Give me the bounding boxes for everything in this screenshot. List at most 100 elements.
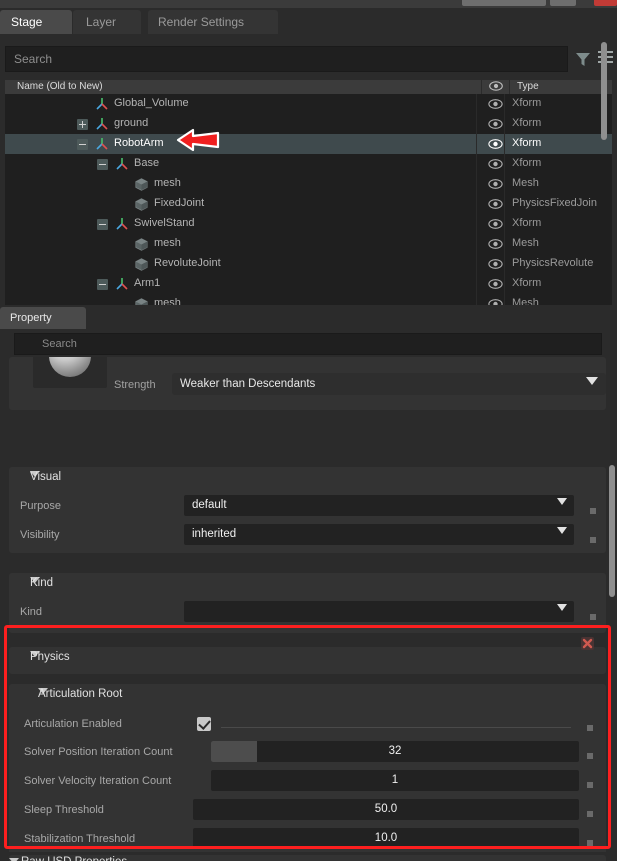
stage-tree[interactable]: Global_Volume Xform ground Xform RobotArm Xfo… bbox=[5, 94, 612, 305]
visibility-eye-icon[interactable] bbox=[488, 158, 503, 170]
xform-axis-icon bbox=[95, 137, 109, 151]
tree-row-type: Mesh bbox=[512, 297, 539, 305]
property-search-row bbox=[14, 333, 602, 355]
tree-row-label: RobotArm bbox=[114, 137, 164, 149]
section-articulation-root: Articulation Root Articulation Enabled S… bbox=[9, 684, 606, 861]
section-articulation-root-title: Articulation Root bbox=[38, 688, 123, 700]
tree-row-robotarm[interactable]: RobotArm Xform bbox=[5, 134, 612, 154]
visibility-eye-icon[interactable] bbox=[488, 218, 503, 230]
tree-expander[interactable] bbox=[97, 159, 108, 170]
stabilization-threshold-override-indicator[interactable] bbox=[587, 840, 593, 846]
tree-row-type: Xform bbox=[512, 277, 542, 289]
visibility-eye-icon[interactable] bbox=[488, 278, 503, 290]
sleep-threshold-slider[interactable]: 50.0 bbox=[193, 799, 579, 820]
tree-expander[interactable] bbox=[97, 279, 108, 290]
row-articulation-enabled: Articulation Enabled bbox=[9, 713, 606, 738]
visibility-eye-icon[interactable] bbox=[488, 138, 503, 150]
toolbar-button-1[interactable] bbox=[462, 0, 546, 6]
strength-dropdown[interactable]: Weaker than Descendants bbox=[172, 373, 606, 397]
articulation-enabled-override-indicator[interactable] bbox=[587, 725, 593, 731]
tree-row-label: mesh bbox=[154, 177, 181, 189]
tab-render-settings[interactable]: Render Settings bbox=[148, 10, 278, 34]
kind-dropdown[interactable] bbox=[184, 601, 574, 623]
visibility-eye-icon[interactable] bbox=[488, 178, 503, 190]
property-search-input[interactable] bbox=[14, 333, 602, 355]
row-divider bbox=[221, 727, 571, 728]
section-kind-title: Kind bbox=[30, 577, 54, 589]
solver-position-override-indicator[interactable] bbox=[587, 753, 593, 759]
column-divider bbox=[476, 154, 477, 174]
tab-property[interactable]: Property bbox=[0, 307, 86, 329]
solver-position-iteration-count-slider[interactable]: 32 bbox=[211, 741, 579, 762]
articulation-enabled-checkbox[interactable] bbox=[197, 717, 211, 731]
tree-row-base[interactable]: Base Xform bbox=[5, 154, 612, 174]
xform-axis-icon bbox=[115, 217, 129, 231]
tree-expander[interactable] bbox=[77, 119, 88, 130]
tree-row-label: FixedJoint bbox=[154, 197, 205, 209]
section-raw-usd-properties-title: Raw USD Properties bbox=[21, 856, 127, 861]
column-header-name[interactable]: Name (Old to New) bbox=[17, 81, 103, 92]
row-stabilization-threshold: Stabilization Threshold 10.0 bbox=[9, 828, 606, 853]
toolbar-button-2[interactable] bbox=[550, 0, 576, 6]
tree-row-type: PhysicsRevolute bbox=[512, 257, 594, 269]
row-sleep-threshold: Sleep Threshold 50.0 bbox=[9, 799, 606, 824]
tree-row-revolutejoint[interactable]: RevoluteJoint PhysicsRevolute bbox=[5, 254, 612, 274]
tree-row-ground[interactable]: ground Xform bbox=[5, 114, 612, 134]
top-toolbar-strip bbox=[0, 0, 617, 8]
column-divider bbox=[504, 154, 505, 174]
tree-expander[interactable] bbox=[97, 219, 108, 230]
visibility-eye-icon[interactable] bbox=[488, 98, 503, 110]
stage-tree-scrollbar[interactable] bbox=[601, 42, 607, 140]
stage-tabbar: Stage Layer Render Settings bbox=[0, 8, 617, 34]
section-visual: Visual Purpose default Visibility inheri… bbox=[9, 467, 606, 553]
tree-row-mesh[interactable]: mesh Mesh bbox=[5, 174, 612, 194]
tab-stage[interactable]: Stage bbox=[0, 10, 72, 34]
tree-row-type: Xform bbox=[512, 97, 542, 109]
column-header-type[interactable]: Type bbox=[517, 81, 539, 92]
stage-panel: Stage Layer Render Settings Name (Old to… bbox=[0, 8, 617, 305]
tab-layer[interactable]: Layer bbox=[73, 10, 141, 34]
chevron-down-icon bbox=[557, 527, 567, 551]
material-sphere-preview[interactable] bbox=[33, 357, 107, 388]
column-divider bbox=[504, 234, 505, 254]
tree-row-arm1[interactable]: Arm1 Xform bbox=[5, 274, 612, 294]
visibility-override-indicator[interactable] bbox=[590, 537, 596, 543]
kind-label: Kind bbox=[20, 606, 43, 618]
visibility-eye-icon[interactable] bbox=[488, 298, 503, 305]
visibility-eye-icon[interactable] bbox=[488, 198, 503, 210]
mesh-cube-icon bbox=[135, 258, 148, 271]
sleep-threshold-override-indicator[interactable] bbox=[587, 811, 593, 817]
xform-axis-icon bbox=[95, 97, 109, 111]
stage-search-input[interactable] bbox=[5, 46, 568, 72]
tree-row-mesh[interactable]: mesh Mesh bbox=[5, 294, 612, 305]
tree-row-label: mesh bbox=[154, 237, 181, 249]
property-panel-scrollbar[interactable] bbox=[609, 465, 615, 597]
stabilization-threshold-slider[interactable]: 10.0 bbox=[193, 828, 579, 849]
close-x-icon[interactable] bbox=[581, 637, 594, 650]
visibility-eye-icon[interactable] bbox=[488, 118, 503, 130]
row-visibility: Visibility inherited bbox=[9, 524, 606, 549]
column-divider bbox=[504, 254, 505, 274]
tree-expander[interactable] bbox=[77, 139, 88, 150]
purpose-dropdown[interactable]: default bbox=[184, 495, 574, 517]
visibility-dropdown[interactable]: inherited bbox=[184, 524, 574, 546]
visibility-eye-icon[interactable] bbox=[488, 238, 503, 250]
tree-row-fixedjoint[interactable]: FixedJoint PhysicsFixedJoin bbox=[5, 194, 612, 214]
tree-row-mesh[interactable]: mesh Mesh bbox=[5, 234, 612, 254]
visibility-label: Visibility bbox=[20, 529, 60, 541]
section-physics: Physics bbox=[9, 647, 606, 674]
purpose-override-indicator[interactable] bbox=[590, 508, 596, 514]
filter-icon[interactable] bbox=[575, 51, 591, 67]
strength-value: Weaker than Descendants bbox=[180, 378, 316, 390]
solver-velocity-override-indicator[interactable] bbox=[587, 782, 593, 788]
tree-row-type: Mesh bbox=[512, 237, 539, 249]
stage-search-row bbox=[0, 46, 617, 72]
visibility-eye-icon[interactable] bbox=[488, 258, 503, 270]
tree-row-global_volume[interactable]: Global_Volume Xform bbox=[5, 94, 612, 114]
toolbar-record-button[interactable] bbox=[594, 0, 617, 6]
solver-position-iteration-count-label: Solver Position Iteration Count bbox=[24, 746, 173, 758]
tree-row-swivelstand[interactable]: SwivelStand Xform bbox=[5, 214, 612, 234]
column-divider bbox=[476, 294, 477, 305]
solver-velocity-iteration-count-slider[interactable]: 1 bbox=[211, 770, 579, 791]
kind-override-indicator[interactable] bbox=[590, 614, 596, 620]
